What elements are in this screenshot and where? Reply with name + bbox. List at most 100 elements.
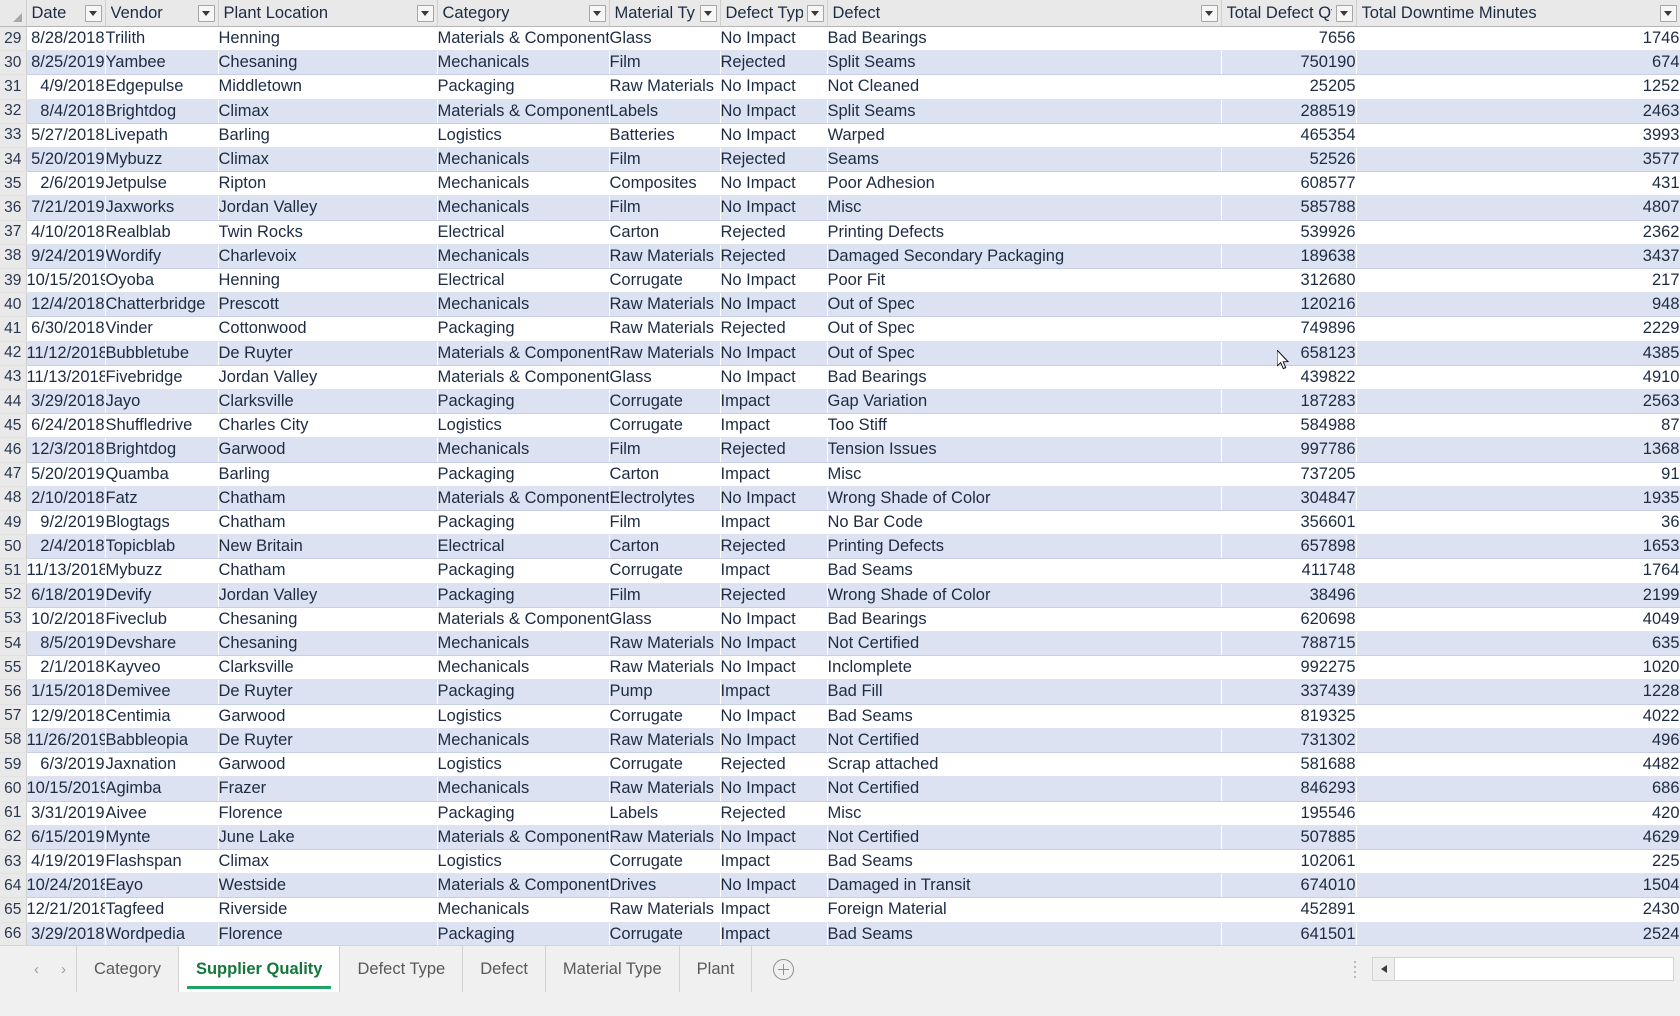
table-row[interactable]: 34 5/20/2019 Mybuzz Climax Mechanicals Film Re… — [0, 147, 1680, 173]
cell-plant-location[interactable]: Chesaning — [218, 607, 438, 633]
row-header-number[interactable]: 53 — [0, 607, 27, 633]
cell-vendor[interactable]: Oyoba — [105, 268, 219, 294]
cell-vendor[interactable]: Livepath — [105, 123, 219, 149]
cell-date[interactable]: 2/4/2018 — [26, 534, 106, 560]
cell-category[interactable]: Packaging — [437, 389, 610, 415]
cell-defect[interactable]: No Bar Code — [827, 510, 1222, 536]
cell-total-defect-qty[interactable]: 304847 — [1221, 486, 1357, 512]
table-row[interactable]: 64 10/24/2018 Eayo Westside Materials & Comp… — [0, 873, 1680, 899]
cell-total-downtime-minutes[interactable]: 4022 — [1356, 704, 1680, 729]
sheet-tab-plant[interactable]: Plant — [678, 946, 753, 992]
cell-total-downtime-minutes[interactable]: 1504 — [1356, 873, 1680, 899]
cell-total-downtime-minutes[interactable]: 1653 — [1356, 534, 1680, 560]
table-row[interactable]: 54 8/5/2019 Devshare Chesaning Mechanicals Ra… — [0, 631, 1680, 657]
cell-total-downtime-minutes[interactable]: 431 — [1356, 171, 1680, 197]
cell-plant-location[interactable]: Chatham — [218, 558, 438, 584]
cell-defect-type[interactable]: No Impact — [720, 776, 828, 802]
cell-material-type[interactable]: Glass — [609, 607, 721, 633]
cell-plant-location[interactable]: De Ruyter — [218, 728, 438, 754]
row-header-number[interactable]: 45 — [0, 413, 27, 439]
row-header-number[interactable]: 56 — [0, 679, 27, 705]
cell-defect-type[interactable]: No Impact — [720, 655, 828, 681]
cell-defect[interactable]: Foreign Material — [827, 897, 1222, 923]
cell-total-downtime-minutes[interactable]: 674 — [1356, 50, 1680, 76]
table-row[interactable]: 50 2/4/2018 Topicblab New Britain Electrical… — [0, 534, 1680, 560]
cell-total-downtime-minutes[interactable]: 1020 — [1356, 655, 1680, 681]
cell-category[interactable]: Logistics — [437, 704, 610, 729]
cell-category[interactable]: Packaging — [437, 583, 610, 608]
cell-defect-type[interactable]: No Impact — [720, 365, 828, 391]
row-header-number[interactable]: 66 — [0, 922, 27, 945]
cell-defect-type[interactable]: Rejected — [720, 220, 828, 245]
cell-category[interactable]: Mechanicals — [437, 655, 610, 681]
row-header-number[interactable]: 43 — [0, 365, 27, 391]
cell-vendor[interactable]: Realblab — [105, 220, 219, 245]
cell-total-defect-qty[interactable]: 641501 — [1221, 922, 1357, 945]
row-header-number[interactable]: 32 — [0, 99, 27, 124]
cell-vendor[interactable]: Jaxnation — [105, 752, 219, 778]
cell-total-downtime-minutes[interactable]: 3993 — [1356, 123, 1680, 149]
cell-category[interactable]: Packaging — [437, 462, 610, 487]
cell-total-downtime-minutes[interactable]: 2463 — [1356, 99, 1680, 124]
cell-material-type[interactable]: Labels — [609, 801, 721, 826]
cell-material-type[interactable]: Labels — [609, 99, 721, 124]
cell-plant-location[interactable]: Clarksville — [218, 389, 438, 415]
cell-vendor[interactable]: Bubbletube — [105, 341, 219, 366]
row-header-number[interactable]: 65 — [0, 897, 27, 923]
cell-material-type[interactable]: Corrugate — [609, 268, 721, 294]
cell-defect-type[interactable]: Rejected — [720, 316, 828, 342]
cell-defect-type[interactable]: Rejected — [720, 437, 828, 463]
cell-total-defect-qty[interactable]: 189638 — [1221, 244, 1357, 270]
cell-vendor[interactable]: Devify — [105, 583, 219, 608]
cell-defect[interactable]: Printing Defects — [827, 534, 1222, 560]
cell-defect-type[interactable]: Impact — [720, 679, 828, 705]
table-row[interactable]: 55 2/1/2018 Kayveo Clarksville Mechanicals Ra… — [0, 655, 1680, 681]
cell-vendor[interactable]: Aivee — [105, 801, 219, 826]
sheet-tab-category[interactable]: Category — [76, 946, 178, 992]
sheet-tab-supplier-quality[interactable]: Supplier Quality — [177, 946, 340, 992]
cell-total-defect-qty[interactable]: 337439 — [1221, 679, 1357, 705]
filter-dropdown-icon[interactable] — [1659, 4, 1677, 22]
cell-defect-type[interactable]: Rejected — [720, 752, 828, 778]
cell-defect-type[interactable]: Impact — [720, 462, 828, 487]
cell-plant-location[interactable]: Garwood — [218, 704, 438, 729]
cell-total-defect-qty[interactable]: 750190 — [1221, 50, 1357, 76]
cell-defect-type[interactable]: No Impact — [720, 195, 828, 221]
cell-category[interactable]: Logistics — [437, 752, 610, 778]
cell-material-type[interactable]: Corrugate — [609, 922, 721, 945]
cell-defect-type[interactable]: Rejected — [720, 50, 828, 76]
cell-category[interactable]: Materials & Components — [437, 825, 610, 850]
filter-dropdown-icon[interactable] — [1200, 4, 1218, 22]
cell-vendor[interactable]: Agimba — [105, 776, 219, 802]
table-row[interactable]: 52 6/18/2019 Devify Jordan Valley Packaging F… — [0, 583, 1680, 608]
cell-total-defect-qty[interactable]: 312680 — [1221, 268, 1357, 294]
cell-plant-location[interactable]: Chatham — [218, 510, 438, 536]
cell-vendor[interactable]: Centimia — [105, 704, 219, 729]
row-header-number[interactable]: 60 — [0, 776, 27, 802]
cell-total-defect-qty[interactable]: 25205 — [1221, 74, 1357, 100]
cell-total-defect-qty[interactable]: 749896 — [1221, 316, 1357, 342]
cell-defect-type[interactable]: No Impact — [720, 268, 828, 294]
cell-total-defect-qty[interactable]: 992275 — [1221, 655, 1357, 681]
cell-material-type[interactable]: Glass — [609, 365, 721, 391]
cell-total-downtime-minutes[interactable]: 4482 — [1356, 752, 1680, 778]
cell-category[interactable]: Mechanicals — [437, 50, 610, 76]
row-header-number[interactable]: 54 — [0, 631, 27, 657]
cell-date[interactable]: 11/12/2018 — [26, 341, 106, 366]
cell-plant-location[interactable]: De Ruyter — [218, 341, 438, 366]
cell-date[interactable]: 11/13/2018 — [26, 558, 106, 584]
cell-date[interactable]: 8/25/2019 — [26, 50, 106, 76]
table-row[interactable]: 62 6/15/2019 Mynte June Lake Materials & Com… — [0, 825, 1680, 850]
worksheet-grid[interactable]: Date Vendor Plant Location Category Mate… — [0, 0, 1680, 945]
table-row[interactable]: 66 3/29/2018 Wordpedia Florence Packaging Cor… — [0, 922, 1680, 945]
cell-date[interactable]: 12/3/2018 — [26, 437, 106, 463]
cell-date[interactable]: 2/1/2018 — [26, 655, 106, 681]
cell-category[interactable]: Mechanicals — [437, 147, 610, 173]
cell-date[interactable]: 10/15/2019 — [26, 268, 106, 294]
cell-vendor[interactable]: Kayveo — [105, 655, 219, 681]
table-row[interactable]: 30 8/25/2019 Yambee Chesaning Mechanicals Fil… — [0, 50, 1680, 76]
cell-material-type[interactable]: Composites — [609, 171, 721, 197]
column-header-defect-type[interactable]: Defect Type — [720, 0, 828, 27]
cell-total-defect-qty[interactable]: 7656 — [1221, 26, 1357, 52]
cell-vendor[interactable]: Wordify — [105, 244, 219, 270]
